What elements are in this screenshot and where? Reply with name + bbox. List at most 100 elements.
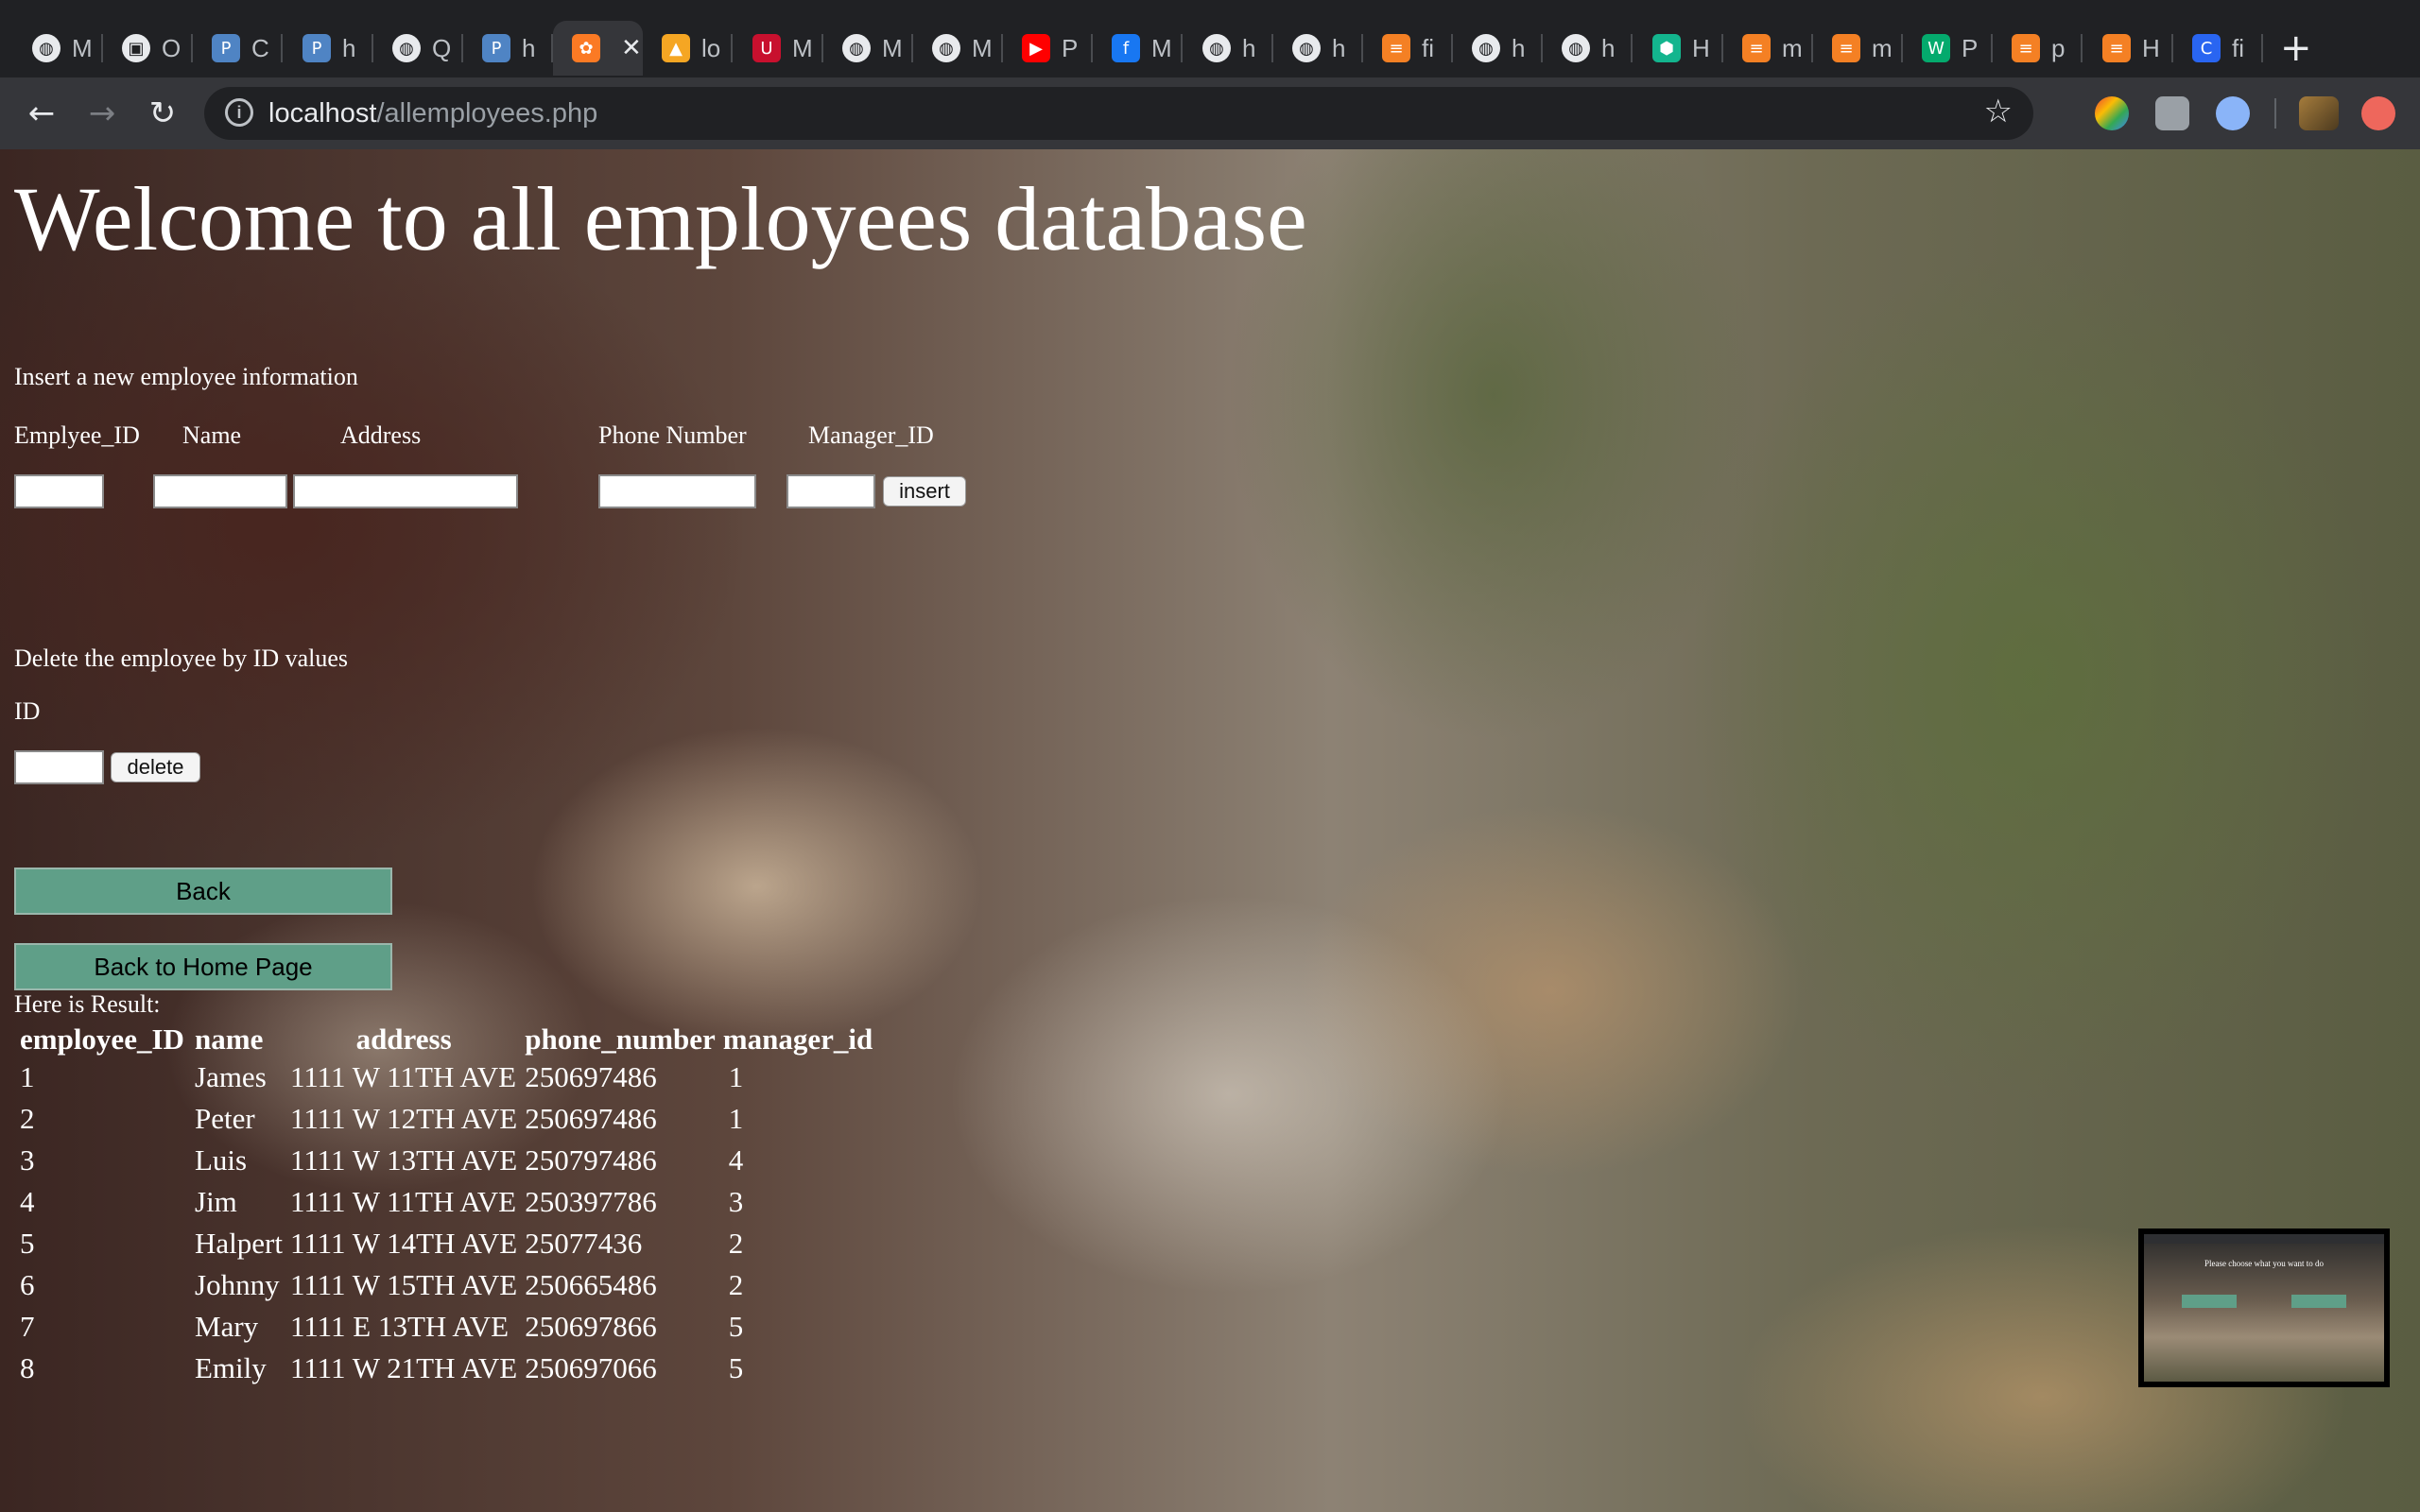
tab-title: h <box>342 33 356 62</box>
page-content: Welcome to all employees database Insert… <box>0 149 2420 1512</box>
browser-tab[interactable]: WP <box>1903 21 1993 76</box>
browser-tab[interactable]: fM <box>1093 21 1183 76</box>
manager-id-input[interactable] <box>786 474 875 508</box>
forward-arrow-icon[interactable]: → <box>79 91 125 136</box>
cell-address: 1111 W 11TH AVE <box>289 1185 517 1218</box>
cell-manager-id: 2 <box>728 1227 744 1260</box>
tab-title: h <box>1332 33 1346 62</box>
url-text[interactable]: localhost/allemployees.php <box>268 98 597 129</box>
delete-button[interactable]: delete <box>111 752 200 782</box>
cell-employee-id: 5 <box>20 1227 35 1260</box>
globe-icon: ◍ <box>932 34 960 62</box>
back-button[interactable]: Back <box>14 868 392 915</box>
globe-icon: ◍ <box>1472 34 1500 62</box>
browser-tab[interactable]: ◍ M <box>823 21 913 76</box>
delete-id-input[interactable] <box>14 750 104 784</box>
youtube-icon: ▶ <box>1022 34 1050 62</box>
cell-employee-id: 8 <box>20 1351 35 1384</box>
browser-tab-strip: ◍ M ▣ O P C Ph ◍ Q Ph ✿ ✕ ▲ lo U M ◍ M ◍ M ▶ Pf M ◍ h ◍ h ≡ fi ◍ h ◍ h ⬢ H… <box>0 0 2420 77</box>
browser-toolbar: ← → ↻ i localhost/allemployees.php ☆ <box>0 77 2420 149</box>
employee-id-input[interactable] <box>14 474 104 508</box>
cell-address: 1111 E 13TH AVE <box>289 1310 510 1343</box>
globe-icon: ◍ <box>1202 34 1231 62</box>
browser-tab[interactable]: ⬢ H <box>1634 21 1723 76</box>
tab-title: h <box>522 33 536 62</box>
screen-preview-thumbnail[interactable]: Please choose what you want to do <box>2138 1228 2390 1387</box>
browser-tab[interactable]: UM <box>734 21 823 76</box>
tab-separator <box>2261 34 2263 62</box>
cell-name: James <box>195 1060 267 1093</box>
address-bar[interactable]: i localhost/allemployees.php ☆ <box>204 87 2033 140</box>
extension-color-icon[interactable] <box>2095 96 2129 130</box>
address-input[interactable] <box>293 474 518 508</box>
ubc-canvas-icon: U <box>752 34 781 62</box>
stackoverflow-icon: ≡ <box>1832 34 1860 62</box>
tab-title: lo <box>701 33 721 62</box>
table-row: 7 Mary 1111 E 13TH AVE 250697866 5 <box>16 1306 876 1348</box>
cell-name: Peter <box>195 1102 255 1135</box>
thumbnail-caption: Please choose what you want to do <box>2204 1259 2324 1268</box>
tab-title: M <box>882 33 903 62</box>
phone-number-input[interactable] <box>598 474 756 508</box>
tab-title: m <box>1872 33 1893 62</box>
cell-address: 1111 W 12TH AVE <box>289 1102 518 1135</box>
p-logo-icon: P <box>302 34 331 62</box>
new-tab-button[interactable]: + <box>2280 26 2312 70</box>
extension-blue-icon[interactable] <box>2216 96 2250 130</box>
browser-tab[interactable]: ≡ H <box>2083 21 2173 76</box>
table-row: 3 Luis 1111 W 13TH AVE 250797486 4 <box>16 1140 876 1181</box>
delete-heading: Delete the employee by ID values <box>14 644 349 672</box>
stackoverflow-icon: ≡ <box>2012 34 2040 62</box>
back-arrow-icon[interactable]: ← <box>19 91 64 136</box>
browser-tab[interactable]: ≡ m <box>1813 21 1903 76</box>
tab-close-icon[interactable]: ✕ <box>621 34 642 62</box>
insert-button[interactable]: insert <box>883 476 966 507</box>
browser-tab[interactable]: ◍ Q <box>373 21 463 76</box>
cell-address: 1111 W 14TH AVE <box>289 1227 518 1260</box>
label-phone-number: Phone Number <box>598 421 747 449</box>
browser-tab[interactable]: Cfi <box>2173 21 2263 76</box>
extension-grey-icon[interactable] <box>2155 96 2189 130</box>
browser-tab[interactable]: ≡ fi <box>1363 21 1453 76</box>
tab-title: P <box>1062 33 1079 62</box>
browser-tab[interactable]: ≡ p <box>1993 21 2083 76</box>
browser-tab[interactable]: ≡ m <box>1723 21 1813 76</box>
insert-heading: Insert a new employee information <box>14 363 358 390</box>
profile-avatar[interactable] <box>2299 96 2339 130</box>
globe-icon: ◍ <box>842 34 871 62</box>
browser-tab[interactable]: ◍ h <box>1184 21 1273 76</box>
thumbnail-button-right <box>2291 1295 2346 1308</box>
label-manager-id: Manager_ID <box>808 421 934 449</box>
tab-title: H <box>2142 33 2160 62</box>
reload-icon[interactable]: ↻ <box>140 91 185 136</box>
browser-tab[interactable]: Ph <box>284 21 373 76</box>
table-row: 5 Halpert 1111 W 14TH AVE 25077436 2 <box>16 1223 876 1264</box>
browser-tab[interactable]: PC <box>193 21 283 76</box>
browser-tab[interactable]: ◍ M <box>913 21 1003 76</box>
back-to-home-button[interactable]: Back to Home Page <box>14 943 392 990</box>
browser-tab[interactable]: ◍ h <box>1273 21 1363 76</box>
browser-tab[interactable]: ◍ h <box>1543 21 1633 76</box>
cell-address: 1111 W 13TH AVE <box>289 1143 518 1177</box>
browser-tab[interactable]: ▲ lo <box>643 21 733 76</box>
tab-active[interactable]: ✿ ✕ <box>553 21 643 76</box>
globe-icon: ◍ <box>392 34 421 62</box>
tab-separator <box>281 34 283 62</box>
tab-title: Q <box>432 33 452 62</box>
cell-manager-id: 5 <box>728 1351 744 1384</box>
browser-tab[interactable]: ◍ M <box>13 21 103 76</box>
browser-tab[interactable]: Ph <box>463 21 553 76</box>
tab-separator <box>731 34 733 62</box>
bookmark-star-icon[interactable]: ☆ <box>1984 93 2013 130</box>
hexagon-icon: ⬢ <box>1652 34 1681 62</box>
browser-tab[interactable]: ▣ O <box>103 21 193 76</box>
name-input[interactable] <box>153 474 287 508</box>
site-info-icon[interactable]: i <box>225 98 253 127</box>
toolbar-separator <box>2274 98 2276 129</box>
cell-phone-number: 250697866 <box>525 1310 657 1343</box>
browser-tab[interactable]: ◍ h <box>1453 21 1543 76</box>
update-icon[interactable] <box>2361 96 2395 130</box>
stackoverflow-icon: ≡ <box>1742 34 1771 62</box>
tab-title: O <box>162 33 182 62</box>
browser-tab[interactable]: ▶ P <box>1003 21 1093 76</box>
